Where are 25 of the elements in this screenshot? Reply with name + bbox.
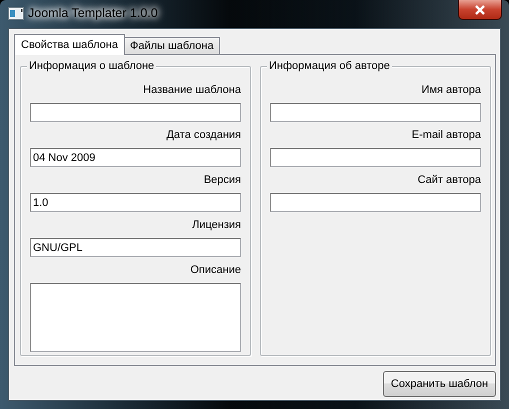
tab[interactable]: Файлы шаблона — [124, 37, 220, 54]
text-field[interactable] — [30, 103, 241, 122]
field-label: Лицензия — [191, 218, 241, 232]
text-field[interactable] — [270, 103, 481, 122]
text-field[interactable]: 04 Nov 2009 — [30, 148, 241, 167]
field-label: Имя автора — [420, 83, 481, 97]
text-field[interactable]: 1.0 — [30, 193, 241, 212]
close-button[interactable] — [458, 0, 502, 20]
group-title: Информация о шаблоне — [27, 59, 156, 73]
group-title: Информация об авторе — [267, 59, 392, 73]
text-field[interactable]: GNU/GPL — [30, 238, 241, 257]
field-label: Дата создания — [165, 128, 241, 142]
close-icon — [474, 4, 486, 14]
field-label: Название шаблона — [142, 83, 241, 97]
save-button[interactable]: Сохранить шаблон — [383, 371, 496, 397]
field-label: Описание — [189, 263, 241, 277]
field-label: E-mail автора — [410, 128, 481, 142]
description-field[interactable] — [30, 283, 241, 352]
field-label: Версия — [202, 173, 241, 187]
text-field[interactable] — [270, 148, 481, 167]
field-label: Сайт автора — [416, 173, 481, 187]
text-field[interactable] — [270, 193, 481, 212]
window-title: Joomla Templater 1.0.0 — [28, 6, 158, 20]
tab[interactable]: Свойства шаблона — [14, 34, 125, 55]
app-icon — [8, 6, 24, 20]
